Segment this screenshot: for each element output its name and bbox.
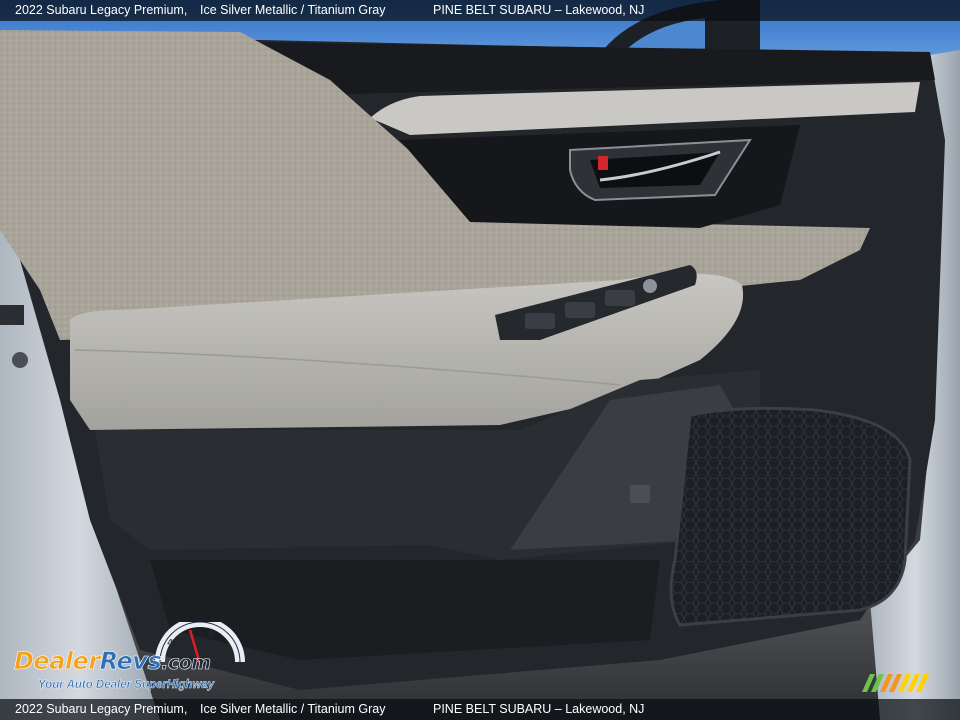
photo-frame: 2022 Subaru Legacy Premium, Ice Silver M…	[0, 0, 960, 720]
svg-text:4: 4	[167, 638, 173, 649]
caption-bar-top: 2022 Subaru Legacy Premium, Ice Silver M…	[0, 0, 960, 21]
dealer-caption-bottom: PINE BELT SUBARU – Lakewood, NJ	[433, 702, 645, 716]
svg-text:DealerRevs.com: DealerRevs.com	[14, 647, 211, 675]
stripes-icon	[862, 674, 929, 692]
caption-bar-bottom: 2022 Subaru Legacy Premium, Ice Silver M…	[0, 699, 960, 720]
speaker-grille-icon	[669, 406, 912, 627]
svg-text:6: 6	[208, 629, 214, 640]
color-caption-bottom: Ice Silver Metallic / Titanium Gray	[200, 702, 386, 716]
dealerrevs-watermark: 4 5 6 DealerRevs.com Your Auto Dealer Su…	[14, 622, 245, 691]
vehicle-caption-bottom: 2022 Subaru Legacy Premium,	[15, 702, 188, 716]
svg-text:Your Auto Dealer SuperHighway: Your Auto Dealer SuperHighway	[38, 679, 215, 691]
color-caption: Ice Silver Metallic / Titanium Gray	[200, 3, 386, 17]
car-door-photo	[0, 0, 960, 720]
dealer-caption: PINE BELT SUBARU – Lakewood, NJ	[433, 3, 645, 17]
vehicle-caption: 2022 Subaru Legacy Premium,	[15, 3, 188, 17]
brand-stripes	[862, 674, 929, 692]
